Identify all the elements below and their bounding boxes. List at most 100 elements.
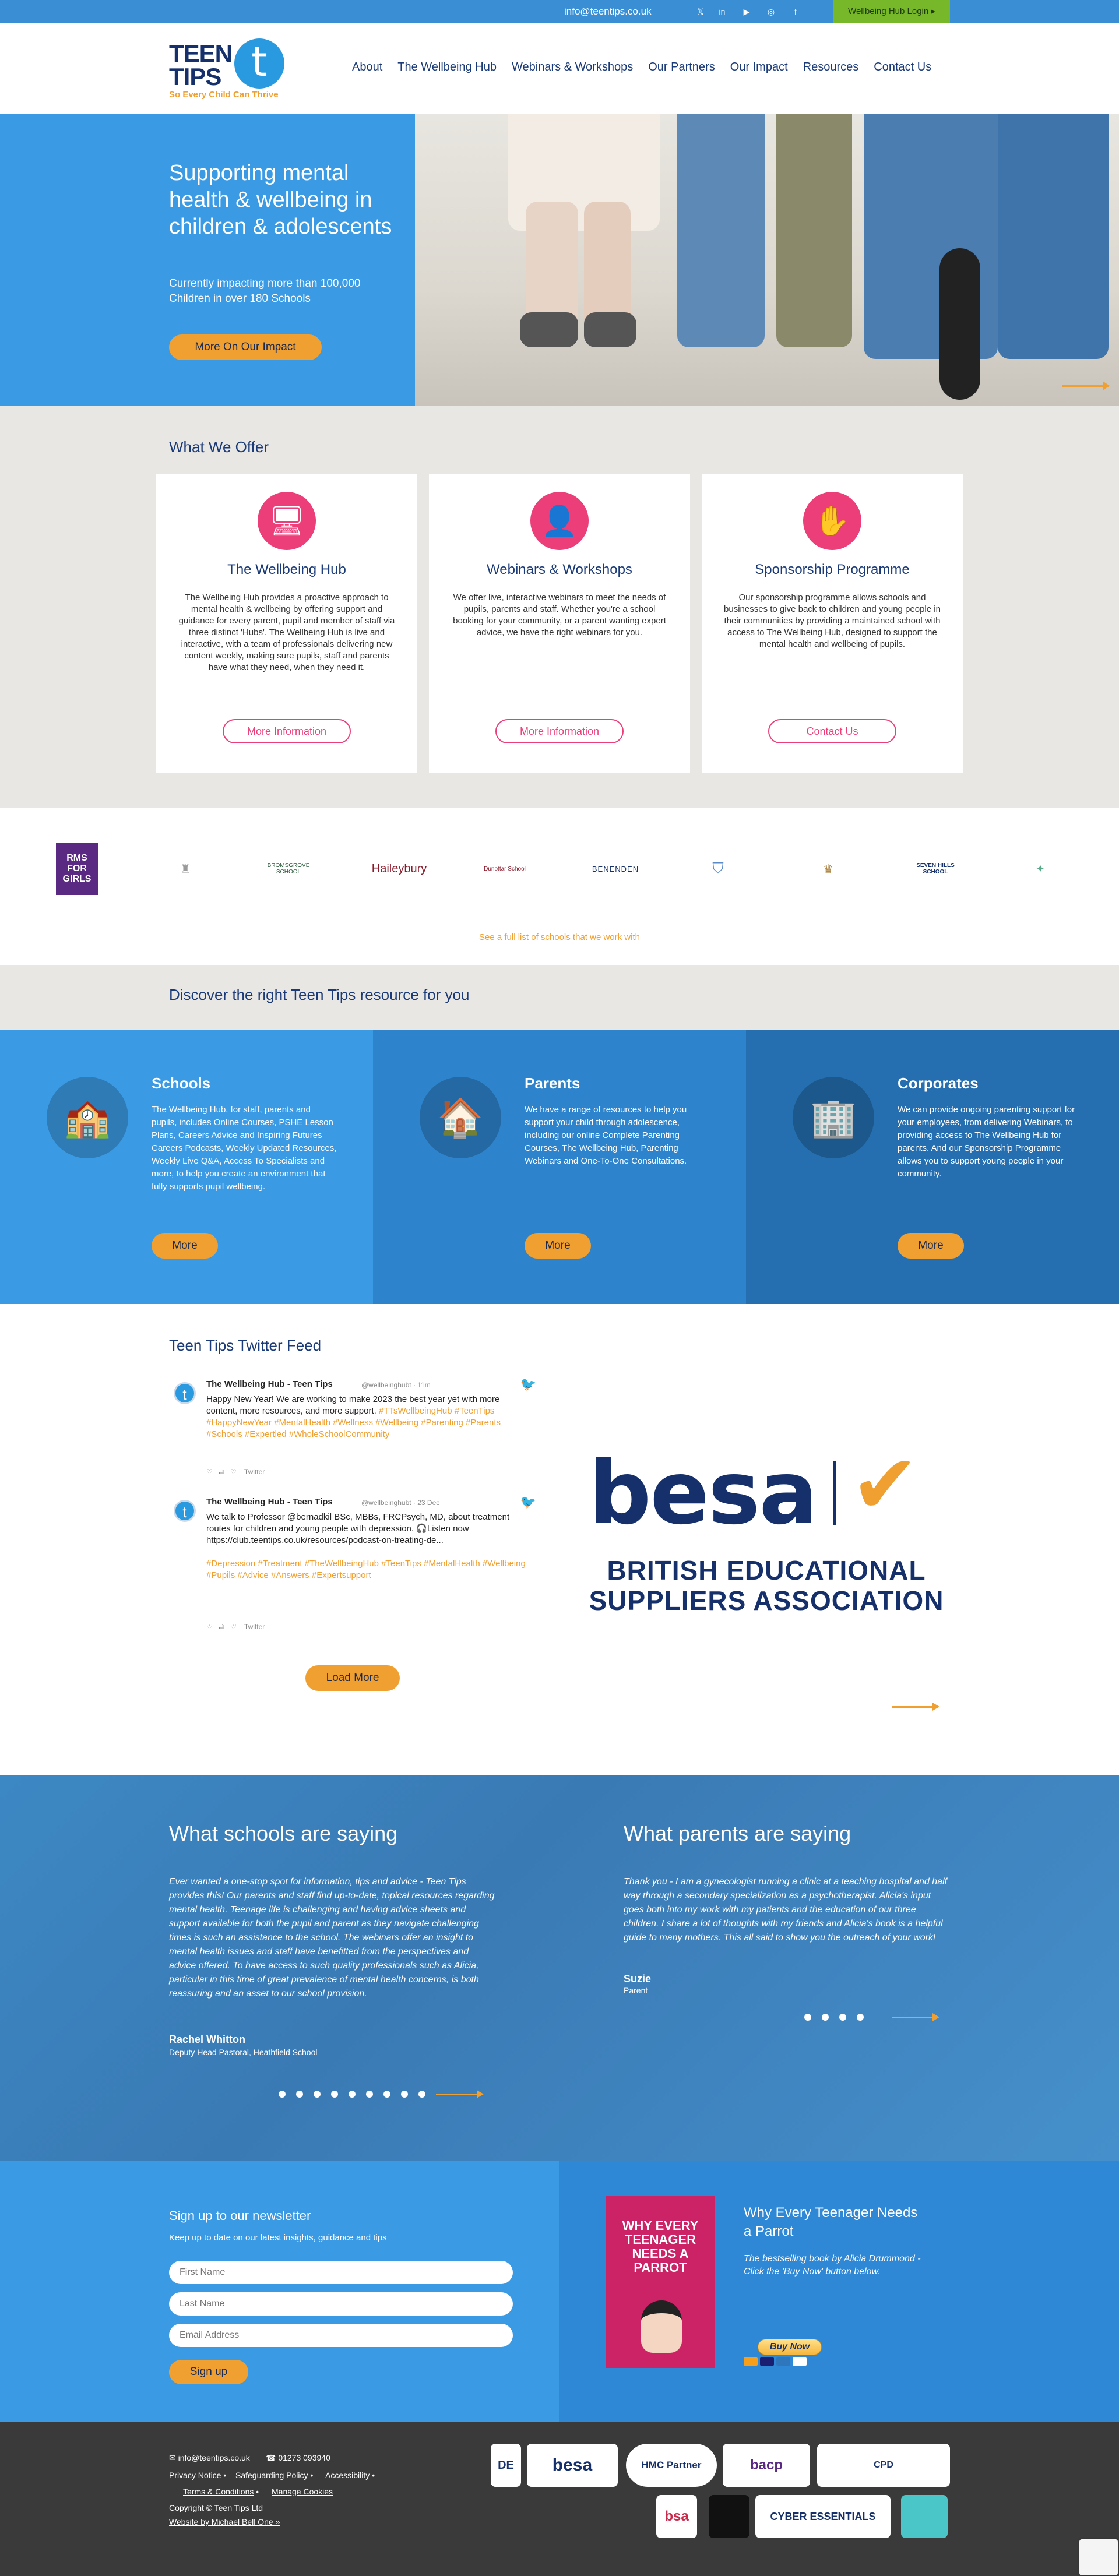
email-field[interactable] bbox=[169, 2324, 513, 2347]
offer-section: What We Offer 🖥 The Wellbeing Hub The We… bbox=[0, 406, 1119, 808]
book-cover[interactable]: WHY EVERY TEENAGER NEEDS A PARROT bbox=[606, 2196, 715, 2368]
privacy-link[interactable]: Privacy Notice • bbox=[169, 2471, 226, 2480]
nav-wellbeing-hub[interactable]: The Wellbeing Hub bbox=[397, 61, 497, 74]
checkmark-icon: ✔ bbox=[851, 1439, 920, 1530]
nav-contact[interactable]: Contact Us bbox=[874, 61, 931, 74]
bsa-badge: bsa bbox=[656, 2495, 697, 2538]
tweet-actions[interactable]: ♡ ⇄ ♡ Twitter bbox=[206, 1621, 265, 1633]
school-logo: Haileybury bbox=[371, 862, 427, 875]
hero-panel bbox=[0, 114, 415, 406]
hero-next-arrow-icon[interactable] bbox=[1062, 381, 1110, 390]
facebook-icon[interactable]: f bbox=[790, 6, 801, 17]
tweet-author: The Wellbeing Hub - Teen Tips bbox=[206, 1497, 333, 1507]
top-email-link[interactable]: info@teentips.co.uk bbox=[564, 6, 652, 17]
nav-about[interactable]: About bbox=[352, 61, 382, 74]
parents-testimonial-heading: What parents are saying bbox=[624, 1821, 851, 1845]
see-all-schools-link[interactable]: See a full list of schools that we work … bbox=[0, 932, 1119, 942]
discover-heading: Discover the right Teen Tips resource fo… bbox=[169, 986, 470, 1003]
schools-testimonial-heading: What schools are saying bbox=[169, 1821, 398, 1845]
load-more-button[interactable]: Load More bbox=[305, 1665, 400, 1691]
twitter-heading: Teen Tips Twitter Feed bbox=[169, 1337, 322, 1354]
top-bar: info@teentips.co.uk 𝕏 in ▶ ◎ f Wellbeing… bbox=[0, 0, 1119, 23]
instagram-icon[interactable]: ◎ bbox=[766, 6, 776, 17]
buy-now-button[interactable]: Buy Now bbox=[758, 2339, 822, 2355]
newsletter-subtitle: Keep up to date on our latest insights, … bbox=[169, 2233, 387, 2243]
house-icon: 🏠 bbox=[420, 1077, 501, 1158]
hmc-badge: HMC Partner bbox=[626, 2444, 717, 2487]
resource-text: We have a range of resources to help you… bbox=[525, 1105, 687, 1166]
footer-email-link[interactable]: ✉ info@teentips.co.uk bbox=[169, 2453, 250, 2463]
nav-impact[interactable]: Our Impact bbox=[730, 61, 788, 74]
discover-section: Discover the right Teen Tips resource fo… bbox=[0, 965, 1119, 1030]
recaptcha-icon[interactable] bbox=[1079, 2539, 1118, 2575]
resource-parents: 🏠 Parents We have a range of resources t… bbox=[373, 1030, 746, 1304]
footer-phone-link[interactable]: ☎ 01273 093940 bbox=[266, 2453, 330, 2463]
more-button[interactable]: More bbox=[898, 1233, 964, 1259]
credit-link[interactable]: Website by Michael Bell One » bbox=[169, 2517, 280, 2526]
hero-title: Supporting mental health & wellbeing in … bbox=[169, 161, 392, 239]
tweet-handle: @wellbeinghubt · 23 Dec bbox=[361, 1499, 440, 1507]
besa-logo: besa ✔ BRITISH EDUCATIONAL SUPPLIERS ASS… bbox=[589, 1439, 944, 1616]
parents-quote: Thank you - I am a gynecologist running … bbox=[624, 1877, 947, 1943]
twitter-icon[interactable]: 𝕏 bbox=[695, 6, 706, 17]
newsletter-section: Sign up to our newsletter Keep up to dat… bbox=[0, 2161, 1119, 2422]
youtube-icon[interactable]: ▶ bbox=[741, 6, 752, 17]
nav-webinars[interactable]: Webinars & Workshops bbox=[512, 61, 633, 74]
offer-card-title: Sponsorship Programme bbox=[755, 562, 910, 577]
tweet[interactable]: t The Wellbeing Hub - Teen Tips @wellbei… bbox=[169, 1496, 542, 1648]
offer-card-wellbeing-hub: 🖥 The Wellbeing Hub The Wellbeing Hub pr… bbox=[156, 474, 417, 773]
avatar: t bbox=[174, 1382, 196, 1404]
accessibility-link[interactable]: Accessibility • bbox=[325, 2471, 375, 2480]
tweet-handle: @wellbeinghubt · 11m bbox=[361, 1381, 431, 1389]
main-nav: About The Wellbeing Hub Webinars & Works… bbox=[352, 61, 946, 74]
more-button[interactable]: More bbox=[152, 1233, 218, 1259]
tweet-text: We talk to Professor @bernadkil BSc, MBB… bbox=[206, 1512, 526, 1580]
parents-next-arrow-icon[interactable] bbox=[892, 2013, 939, 2021]
last-name-field[interactable] bbox=[169, 2292, 513, 2316]
offer-card-text: We offer live, interactive webinars to m… bbox=[453, 593, 666, 637]
more-information-button[interactable]: More Information bbox=[495, 719, 624, 743]
sign-up-button[interactable]: Sign up bbox=[169, 2360, 248, 2384]
resource-text: We can provide ongoing parenting support… bbox=[898, 1105, 1075, 1179]
contact-us-button[interactable]: Contact Us bbox=[768, 719, 896, 743]
impact-button[interactable]: More On Our Impact bbox=[169, 334, 322, 360]
offer-card-text: Our sponsorship programme allows schools… bbox=[724, 593, 941, 649]
tweet[interactable]: t The Wellbeing Hub - Teen Tips @wellbei… bbox=[169, 1378, 542, 1483]
offer-card-text: The Wellbeing Hub provides a proactive a… bbox=[178, 593, 395, 672]
next-arrow-icon[interactable] bbox=[892, 1703, 939, 1711]
offer-card-title: The Wellbeing Hub bbox=[227, 562, 346, 577]
cookies-link[interactable]: Manage Cookies bbox=[272, 2487, 333, 2496]
logo-wordmark: TEEN TIPS bbox=[169, 40, 233, 90]
book-illustration bbox=[641, 2300, 682, 2353]
resources-section: 🏫 Schools The Wellbeing Hub, for staff, … bbox=[0, 1030, 1119, 1304]
schools-next-arrow-icon[interactable] bbox=[436, 2090, 484, 2098]
linkedin-icon[interactable]: in bbox=[717, 6, 727, 17]
school-logo: BROMSGROVE SCHOOL bbox=[267, 862, 310, 875]
school-crest-icon: ⛉ bbox=[712, 859, 724, 877]
teen-tips-logo[interactable]: TEEN TIPS t So Every Child Can Thrive bbox=[169, 36, 297, 106]
terms-link[interactable]: Terms & Conditions • bbox=[183, 2487, 259, 2496]
safeguarding-link[interactable]: Safeguarding Policy • bbox=[235, 2471, 313, 2480]
schools-carousel-dots[interactable] bbox=[279, 2091, 425, 2098]
resource-text: The Wellbeing Hub, for staff, parents an… bbox=[152, 1105, 337, 1192]
school-building-icon: 🏫 bbox=[47, 1077, 128, 1158]
nav-resources[interactable]: Resources bbox=[803, 61, 859, 74]
tweet-author: The Wellbeing Hub - Teen Tips bbox=[206, 1379, 333, 1389]
partner-badge bbox=[901, 2495, 948, 2538]
school-logo: SEVEN HILLS SCHOOL bbox=[916, 862, 955, 875]
schools-quote-author: Rachel Whitton bbox=[169, 2034, 245, 2045]
cpd-badge: CPD bbox=[817, 2444, 950, 2487]
logo-badge: t bbox=[234, 38, 284, 89]
more-information-button[interactable]: More Information bbox=[223, 719, 351, 743]
more-button[interactable]: More bbox=[525, 1233, 591, 1259]
nav-partners[interactable]: Our Partners bbox=[648, 61, 715, 74]
tweet-actions[interactable]: ♡ ⇄ ♡ Twitter bbox=[206, 1466, 265, 1478]
besa-badge: besa bbox=[527, 2444, 618, 2487]
first-name-field[interactable] bbox=[169, 2261, 513, 2284]
resource-title: Schools bbox=[152, 1074, 211, 1092]
parents-carousel-dots[interactable] bbox=[804, 2014, 864, 2021]
newsletter-heading: Sign up to our newsletter bbox=[169, 2208, 311, 2223]
wellbeing-hub-login-button[interactable]: Wellbeing Hub Login ▸ bbox=[833, 0, 950, 23]
twitter-bird-icon: 🐦 bbox=[520, 1495, 536, 1509]
bacp-badge: bacp bbox=[723, 2444, 810, 2487]
